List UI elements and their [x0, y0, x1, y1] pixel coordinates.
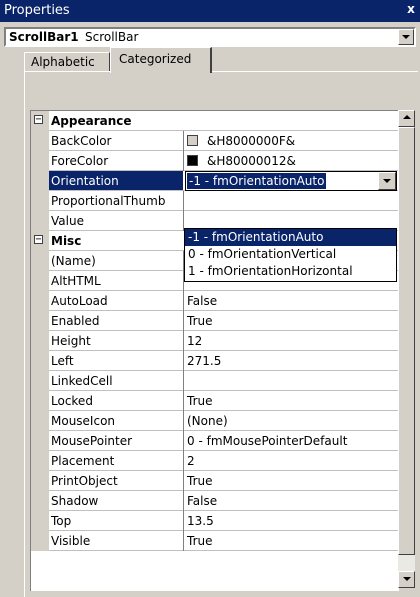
- title-bar: Properties x: [0, 0, 420, 22]
- property-row[interactable]: MouseIcon (None): [31, 411, 399, 431]
- property-value: 271.5: [187, 354, 222, 368]
- property-row-proportionalthumb[interactable]: ProportionalThumb: [31, 191, 399, 211]
- property-name: Top: [51, 514, 72, 528]
- chevron-down-icon: [403, 577, 411, 581]
- scroll-down-button[interactable]: [398, 571, 415, 588]
- close-icon[interactable]: x: [404, 3, 418, 17]
- property-name: AutoLoad: [51, 294, 108, 308]
- object-selector[interactable]: ScrollBar1 ScrollBar: [4, 27, 416, 47]
- category-label: Misc: [51, 234, 82, 248]
- property-row[interactable]: AutoLoad False: [31, 291, 399, 311]
- property-value: 2: [187, 454, 195, 468]
- property-name: ForeColor: [51, 154, 109, 168]
- property-name: ProportionalThumb: [51, 194, 166, 208]
- property-value: (None): [187, 414, 228, 428]
- property-value: True: [187, 534, 213, 548]
- category-appearance[interactable]: − Appearance: [31, 111, 399, 131]
- property-row[interactable]: Shadow False: [31, 491, 399, 511]
- property-value: False: [187, 294, 218, 308]
- color-swatch: [187, 135, 198, 146]
- property-row[interactable]: Visible True: [31, 531, 399, 551]
- property-value: 0 - fmMousePointerDefault: [187, 434, 348, 448]
- dropdown-option[interactable]: 0 - fmOrientationVertical: [185, 246, 396, 263]
- property-value: True: [187, 474, 213, 488]
- chevron-down-icon: [383, 179, 391, 183]
- property-value: True: [187, 394, 213, 408]
- tab-alphabetic[interactable]: Alphabetic: [24, 52, 110, 71]
- property-row-forecolor[interactable]: ForeColor &H80000012&: [31, 151, 399, 171]
- property-name: MouseIcon: [51, 414, 116, 428]
- chevron-up-icon: [403, 115, 411, 119]
- object-type: ScrollBar: [85, 30, 139, 44]
- property-value: True: [187, 314, 213, 328]
- property-row[interactable]: Height 12: [31, 331, 399, 351]
- object-selector-dropdown-button[interactable]: [398, 29, 414, 45]
- collapse-icon[interactable]: −: [34, 115, 43, 125]
- property-name: LinkedCell: [51, 374, 113, 388]
- object-name: ScrollBar1: [9, 30, 79, 44]
- property-row[interactable]: Locked True: [31, 391, 399, 411]
- property-value: 13.5: [187, 514, 214, 528]
- property-row[interactable]: Placement 2: [31, 451, 399, 471]
- property-value: 12: [187, 334, 203, 348]
- property-name: Left: [51, 354, 74, 368]
- property-value: &H8000000F&: [207, 134, 296, 148]
- property-row[interactable]: PrintObject True: [31, 471, 399, 491]
- property-name: AltHTML: [51, 274, 101, 288]
- property-name: Visible: [51, 534, 91, 548]
- property-row[interactable]: LinkedCell: [31, 371, 399, 391]
- property-name: Locked: [51, 394, 93, 408]
- property-row-backcolor[interactable]: BackColor &H8000000F&: [31, 131, 399, 151]
- property-name: Value: [51, 214, 84, 228]
- property-row[interactable]: Enabled True: [31, 311, 399, 331]
- property-grid: − Appearance BackColor &H8000000F& ForeC…: [30, 110, 399, 591]
- property-name: Orientation: [49, 171, 183, 190]
- dropdown-option[interactable]: -1 - fmOrientationAuto: [185, 229, 396, 246]
- orientation-dropdown-list[interactable]: -1 - fmOrientationAuto 0 - fmOrientation…: [184, 228, 397, 282]
- property-name: Shadow: [51, 494, 99, 508]
- orientation-current-value: -1 - fmOrientationAuto: [187, 173, 327, 189]
- property-name: Height: [51, 334, 91, 348]
- property-name: (Name): [51, 254, 96, 268]
- property-name: MousePointer: [51, 434, 133, 448]
- category-label: Appearance: [51, 114, 132, 128]
- property-row[interactable]: Top 13.5: [31, 511, 399, 531]
- property-name: Placement: [51, 454, 115, 468]
- property-value: False: [187, 494, 218, 508]
- orientation-combo[interactable]: -1 - fmOrientationAuto: [185, 171, 397, 191]
- scroll-thumb[interactable]: [398, 127, 415, 555]
- property-name: PrintObject: [51, 474, 118, 488]
- property-name: BackColor: [51, 134, 112, 148]
- dropdown-option[interactable]: 1 - fmOrientationHorizontal: [185, 263, 396, 280]
- color-swatch: [187, 155, 198, 166]
- vertical-scrollbar[interactable]: [398, 110, 415, 588]
- scroll-up-button[interactable]: [398, 110, 415, 127]
- property-row[interactable]: Left 271.5: [31, 351, 399, 371]
- collapse-icon[interactable]: −: [34, 235, 43, 245]
- tab-categorized[interactable]: Categorized: [110, 47, 212, 73]
- property-row[interactable]: MousePointer 0 - fmMousePointerDefault: [31, 431, 399, 451]
- chevron-down-icon: [402, 35, 410, 39]
- property-row-orientation[interactable]: Orientation -1 - fmOrientationAuto: [31, 171, 399, 191]
- window-title: Properties: [4, 3, 70, 18]
- property-value: &H80000012&: [207, 154, 296, 168]
- property-name: Enabled: [51, 314, 100, 328]
- orientation-dropdown-button[interactable]: [378, 172, 396, 190]
